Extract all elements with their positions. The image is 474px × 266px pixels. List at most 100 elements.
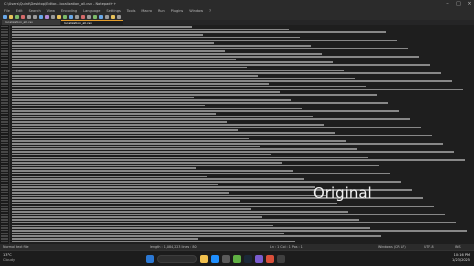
minimize-icon[interactable]: – [445,1,450,7]
code-line[interactable] [12,91,280,93]
code-line[interactable] [12,227,370,229]
code-line[interactable] [12,145,260,148]
code-line[interactable] [12,121,227,123]
code-line[interactable] [12,194,326,197]
code-line[interactable] [12,55,419,58]
toolbar-button[interactable] [75,15,79,19]
code-line[interactable] [12,104,205,107]
toolbar-button[interactable] [111,15,115,19]
code-line[interactable] [12,72,441,74]
code-line[interactable] [12,42,214,44]
toolbar-button[interactable] [15,15,19,19]
code-line[interactable] [12,85,366,88]
code-line[interactable] [12,238,198,240]
taskbar-search[interactable] [157,255,197,263]
code-line[interactable] [12,205,434,208]
code-line[interactable] [12,80,452,82]
code-line[interactable] [12,36,300,39]
code-line[interactable] [12,183,218,186]
code-line[interactable] [12,178,304,180]
toolbar-button[interactable] [81,15,85,19]
code-line[interactable] [12,181,401,183]
code-line[interactable] [12,83,269,85]
settings-icon[interactable] [222,255,230,263]
code-line[interactable] [12,64,430,66]
code-line[interactable] [12,208,251,210]
toolbar-button[interactable] [69,15,73,19]
toolbar-button[interactable] [45,15,49,19]
code-line[interactable] [12,94,377,96]
toolbar-button[interactable] [93,15,97,19]
toolbar-button[interactable] [21,15,25,19]
code-line[interactable] [12,50,225,53]
file-explorer-icon[interactable] [200,255,208,263]
code-line[interactable] [12,74,258,77]
toolbar-button[interactable] [99,15,103,19]
code-line[interactable] [12,148,357,150]
code-line[interactable] [12,26,192,28]
code-line[interactable] [12,200,240,202]
edge-icon[interactable] [211,255,219,263]
code-line[interactable] [12,232,284,235]
code-line[interactable] [12,230,467,232]
notepadpp-icon[interactable] [233,255,241,263]
toolbar-button[interactable] [87,15,91,19]
code-line[interactable] [12,140,346,142]
code-line[interactable] [12,167,196,170]
maximize-icon[interactable]: □ [456,1,461,7]
app-icon[interactable] [266,255,274,263]
code-line[interactable] [12,96,194,99]
code-line[interactable] [12,69,344,72]
code-line[interactable] [12,216,262,218]
code-text[interactable] [12,25,472,244]
code-line[interactable] [12,39,397,42]
code-line[interactable] [12,172,390,175]
weather-widget[interactable]: 13°C Cloudy [3,253,15,263]
code-line[interactable] [12,99,291,102]
system-tray-clock[interactable]: 10:16 PM 1/23/2025 [452,253,470,263]
code-line[interactable] [12,219,359,221]
discord-icon[interactable] [255,255,263,263]
code-line[interactable] [12,126,421,129]
toolbar-button[interactable] [105,15,109,19]
code-line[interactable] [12,221,456,224]
toolbar-button[interactable] [63,15,67,19]
code-line[interactable] [12,191,229,194]
toolbar-button[interactable] [57,15,61,19]
code-line[interactable] [12,102,388,104]
code-line[interactable] [12,53,322,55]
toolbar-button[interactable] [27,15,31,19]
code-line[interactable] [12,66,247,69]
code-line[interactable] [12,213,445,216]
code-line[interactable] [12,142,443,145]
close-icon[interactable]: × [467,1,472,7]
toolbar-button[interactable] [3,15,7,19]
code-line[interactable] [12,34,203,36]
code-line[interactable] [12,129,238,131]
code-line[interactable] [12,123,324,126]
toolbar-button[interactable] [51,15,55,19]
code-line[interactable] [12,240,295,243]
code-line[interactable] [12,175,207,178]
code-line[interactable] [12,170,293,172]
toolbar-button[interactable] [117,15,121,19]
code-line[interactable] [12,28,289,31]
code-line[interactable] [12,134,432,137]
code-line[interactable] [12,45,311,47]
code-line[interactable] [12,132,335,134]
code-line[interactable] [12,202,337,205]
code-line[interactable] [12,224,273,227]
code-line[interactable] [12,153,271,156]
editor-area[interactable] [0,25,474,244]
code-line[interactable] [12,47,408,50]
code-line[interactable] [12,58,236,61]
code-line[interactable] [12,77,355,80]
steam-icon[interactable] [244,255,252,263]
toolbar-button[interactable] [39,15,43,19]
code-line[interactable] [12,31,386,34]
code-line[interactable] [12,162,282,164]
code-line[interactable] [12,115,313,118]
start-icon[interactable] [146,255,154,263]
code-line[interactable] [12,164,379,167]
code-line[interactable] [12,61,333,63]
